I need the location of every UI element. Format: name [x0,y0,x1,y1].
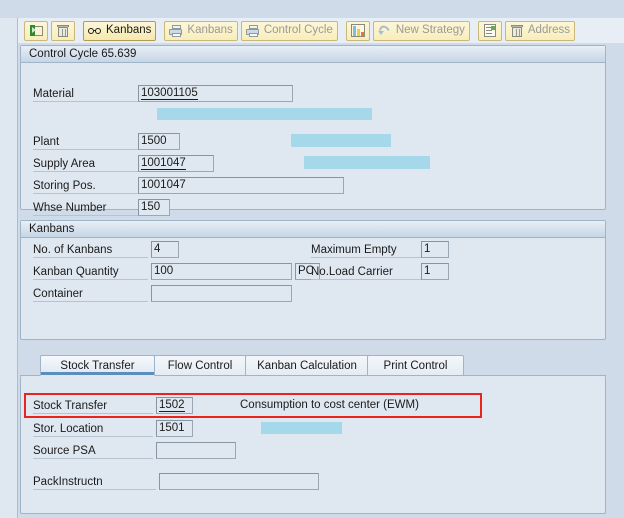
kanbans-panel-title: Kanbans [21,221,605,238]
tab-stock-transfer[interactable]: Stock Transfer [40,355,155,376]
redaction-bar-supply-area-desc [304,156,430,169]
control-cycle-panel-title: Control Cycle 65.639 [21,46,605,63]
window-top-strip [0,0,624,18]
glasses-icon [87,23,103,38]
tab-kanban-calculation-label: Kanban Calculation [257,360,357,372]
print-kanbans-button[interactable]: Kanbans [164,20,238,41]
chart-button[interactable] [345,20,370,41]
control-cycle-panel: Control Cycle 65.639 Material 103001105 … [20,45,606,216]
whse-number-value: 150 [141,201,161,213]
kanbans-glasses-button-label: Kanbans [106,24,152,36]
stock-transfer-description: Consumption to cost center (EWM) [240,399,419,411]
container-input[interactable] [151,285,292,302]
storing-pos-input[interactable]: 1001047 [138,177,344,194]
left-rail-top [0,0,18,18]
supply-area-label: Supply Area [33,157,143,172]
plant-value: 1500 [141,135,167,147]
delete-button[interactable] [51,20,75,41]
storing-pos-label: Storing Pos. [33,179,143,194]
address-button-label: Address [527,24,571,36]
stor-location-input[interactable]: 1501 [156,420,193,437]
tab-flow-control[interactable]: Flow Control [153,355,247,376]
source-psa-input[interactable] [156,442,236,459]
redaction-bar-plant-desc [291,134,391,147]
folder-open-icon [28,23,44,38]
plant-input[interactable]: 1500 [138,133,180,150]
sap-control-cycle-window: Kanbans Kanbans Control Cycle New Strate… [0,0,624,518]
no-load-carrier-input[interactable]: 1 [421,263,449,280]
kanban-quantity-input[interactable]: 100 [151,263,292,280]
supply-area-input[interactable]: 1001047 [138,155,214,172]
details-list-button[interactable] [477,20,502,41]
trash-icon [509,23,525,38]
material-label: Material [33,87,143,102]
material-value: 103001105 [141,87,198,100]
tab-flow-control-label: Flow Control [167,360,233,372]
stock-transfer-input[interactable]: 1502 [156,397,193,414]
redaction-bar-stor-location-desc [261,422,342,434]
print-control-cycle-button-label: Control Cycle [263,24,333,36]
kanbans-glasses-button[interactable]: Kanbans [83,20,157,41]
detail-tab-strip: Stock Transfer Flow Control Kanban Calcu… [20,355,606,376]
print-kanbans-button-label: Kanbans [187,24,233,36]
kanbans-panel-body: No. of Kanbans 4 Maximum Empty 1 Kanban … [21,238,605,339]
tab-stock-transfer-label: Stock Transfer [60,359,135,372]
printer-icon [245,23,261,38]
stock-transfer-label: Stock Transfer [33,399,153,414]
undo-arrow-icon [377,23,393,38]
no-load-carrier-value: 1 [424,265,431,277]
application-toolbar: Kanbans Kanbans Control Cycle New Strate… [18,18,624,43]
kanban-quantity-label: Kanban Quantity [33,265,148,280]
open-folder-button[interactable] [24,20,48,41]
stor-location-label: Stor. Location [33,422,153,437]
stor-location-value: 1501 [159,422,185,434]
whse-number-input[interactable]: 150 [138,199,170,216]
maximum-empty-input[interactable]: 1 [421,241,449,258]
pack-instructn-input[interactable] [159,473,319,490]
tab-print-control[interactable]: Print Control [367,355,464,376]
tab-print-control-label: Print Control [383,360,448,372]
kanban-quantity-value: 100 [154,265,174,277]
new-strategy-button[interactable]: New Strategy [372,20,470,41]
plant-label: Plant [33,135,143,150]
whse-number-label: Whse Number [33,201,143,216]
control-cycle-panel-body: Material 103001105 Plant 1500 Supply Are… [21,63,605,216]
maximum-empty-label: Maximum Empty [311,243,426,258]
stock-transfer-value: 1502 [159,399,185,412]
supply-area-value: 1001047 [141,157,186,170]
bar-chart-icon [350,23,366,38]
printer-icon [168,23,184,38]
tab-kanban-calculation[interactable]: Kanban Calculation [245,355,369,376]
no-of-kanbans-value: 4 [154,243,161,255]
address-button[interactable]: Address [504,20,576,41]
material-input[interactable]: 103001105 [138,85,293,102]
stock-transfer-tab-panel: Stock Transfer 1502 Consumption to cost … [20,376,606,514]
redaction-bar-material-desc [157,108,372,120]
maximum-empty-value: 1 [424,243,431,255]
source-psa-label: Source PSA [33,444,153,459]
left-rail [0,0,18,518]
storing-pos-value: 1001047 [141,179,186,191]
new-strategy-button-label: New Strategy [395,24,465,36]
kanbans-panel: Kanbans No. of Kanbans 4 Maximum Empty 1… [20,220,606,340]
no-load-carrier-label: No.Load Carrier [311,265,426,280]
pack-instructn-label: PackInstructn [33,475,156,490]
print-control-cycle-button[interactable]: Control Cycle [240,20,338,41]
trash-icon [55,23,71,38]
container-label: Container [33,287,148,302]
no-of-kanbans-input[interactable]: 4 [151,241,179,258]
stock-transfer-tab-body: Stock Transfer 1502 Consumption to cost … [21,376,605,512]
no-of-kanbans-label: No. of Kanbans [33,243,148,258]
tab-selected-indicator [41,372,154,375]
list-icon [482,23,498,38]
